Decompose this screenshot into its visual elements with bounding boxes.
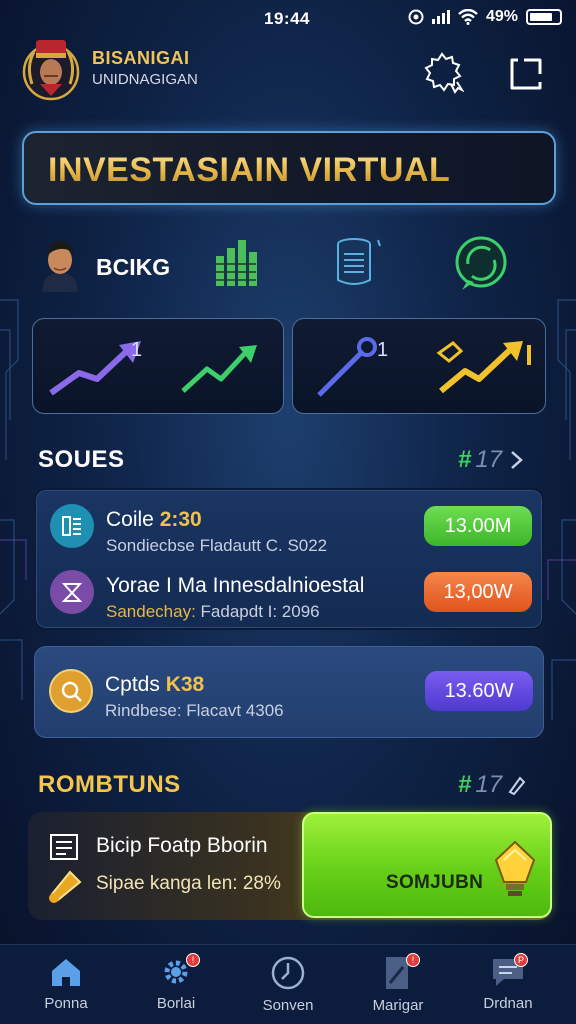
section-title-rewards: ROMBTUNS <box>38 771 181 798</box>
brand-name: BISANIGAI UNIDNAGIGAN <box>92 48 198 88</box>
search-icon <box>49 669 93 713</box>
status-time: 19:44 <box>264 9 310 28</box>
promo-subtitle: Sipae kanga len: 28% <box>96 873 281 894</box>
stats-icon[interactable] <box>214 234 258 290</box>
nav-item-settings[interactable]: ! Borlai <box>126 953 226 1012</box>
growth-chart-gold <box>436 341 531 394</box>
nav-item-compass[interactable]: Sonven <box>238 955 338 1014</box>
section-meta-scores[interactable]: # 17 <box>458 446 526 474</box>
hourglass-icon <box>50 570 94 614</box>
avatar <box>42 240 78 292</box>
hash-icon: # <box>458 446 472 473</box>
quick-access-row: BCIKG <box>0 230 576 300</box>
lightbulb-icon <box>494 840 536 896</box>
wifi-icon <box>458 9 478 25</box>
nav-item-chat[interactable]: P Drdnan <box>458 953 558 1012</box>
battery-percent: 49% <box>485 8 518 25</box>
notification-badge: ! <box>186 953 200 967</box>
item-subtitle: Rindbese: Flacavt 4306 <box>105 701 284 720</box>
item-subtitle: Fadapdt I: 2096 <box>200 602 320 621</box>
brand-title: BISANIGAI <box>92 48 190 68</box>
amount-pill[interactable]: 13.60W <box>425 671 533 711</box>
nav-item-documents[interactable]: ! Marigar <box>348 953 448 1014</box>
record-icon <box>408 9 424 25</box>
list-item[interactable]: Cptds K38 Rindbese: Flacavt 4306 13.60W <box>35 659 543 723</box>
item-title-highlight: K38 <box>165 673 205 696</box>
list-item[interactable]: Yorae I Ma Innesdalnioestal Sandechay: F… <box>36 560 542 624</box>
rewards-count: 17 <box>475 771 503 798</box>
transaction-list: Coile 2:30 Sondiecbse Fladautt C. S022 1… <box>34 488 544 630</box>
item-title: Cptds <box>105 673 160 696</box>
single-transaction-card[interactable]: Cptds K38 Rindbese: Flacavt 4306 13.60W <box>34 646 544 738</box>
trend-badge: 1 <box>131 339 143 361</box>
bottom-navigation: Ponna ! Borlai Sonven ! Marigar P Drdnan <box>0 944 576 1024</box>
section-title-scores: SOUES <box>38 446 125 473</box>
battery-icon <box>526 9 562 25</box>
item-subtitle: Sondiecbse Fladautt C. S022 <box>106 536 328 555</box>
bell-icon <box>49 870 82 903</box>
item-title: Yorae I Ma Innesdalnioestal <box>106 574 365 597</box>
settings-badge-icon[interactable] <box>420 50 464 94</box>
edit-icon <box>508 776 526 796</box>
notification-badge: ! <box>406 953 420 967</box>
trend-chart-green <box>181 345 257 393</box>
amount-pill[interactable]: 13.00M <box>424 506 532 546</box>
notification-badge: P <box>514 953 528 967</box>
trend-card-left[interactable]: 1 <box>32 318 284 414</box>
nav-item-home[interactable]: Ponna <box>16 955 116 1012</box>
pin-chart-icon <box>317 337 377 397</box>
signal-icon <box>431 10 450 24</box>
nav-label: Marigar <box>372 997 424 1014</box>
profile-shortcut[interactable] <box>38 234 82 292</box>
quick-label: BCIKG <box>96 254 171 280</box>
book-icon <box>50 504 94 548</box>
nav-label: Ponna <box>44 995 88 1012</box>
promo-cta-button[interactable]: SOMJUBN <box>302 812 552 918</box>
share-icon[interactable] <box>504 50 548 94</box>
amount-pill[interactable]: 13,00W <box>424 572 532 612</box>
section-meta-rewards[interactable]: # 17 <box>458 771 526 799</box>
status-bar: 19:44 49% <box>0 0 576 36</box>
trend-card-right[interactable]: 1 <box>292 318 546 414</box>
nav-label: Sonven <box>262 997 314 1014</box>
receipt-icon <box>50 834 78 860</box>
brand-subtitle: UNIDNAGIGAN <box>92 71 198 88</box>
refresh-chat-icon[interactable] <box>454 236 508 292</box>
list-item[interactable]: Coile 2:30 Sondiecbse Fladautt C. S022 1… <box>36 494 542 558</box>
nav-label: Drdnan <box>483 995 533 1012</box>
trend-chart-purple <box>49 341 141 396</box>
promo-cta-label: SOMJUBN <box>386 872 484 893</box>
chevron-right-icon <box>511 451 523 469</box>
pin-badge: 1 <box>377 339 389 361</box>
nav-label: Borlai <box>156 995 196 1012</box>
hash-icon: # <box>458 771 472 798</box>
database-icon[interactable] <box>334 236 382 288</box>
hero-title: INVESTASIAIN VIRTUAL <box>48 151 451 189</box>
item-title-highlight: 2:30 <box>159 508 202 531</box>
promo-title: Bicip Foatp Bborin <box>96 834 268 857</box>
home-icon <box>52 959 80 986</box>
app-header: BISANIGAI UNIDNAGIGAN <box>0 36 576 116</box>
item-subtitle-highlight: Sandechay: <box>106 602 196 621</box>
item-title: Coile <box>106 508 154 531</box>
hero-banner[interactable]: INVESTASIAIN VIRTUAL <box>22 131 556 205</box>
compass-icon <box>271 956 305 990</box>
crest-logo[interactable] <box>20 36 82 102</box>
scores-count: 17 <box>475 446 503 473</box>
status-icons: 49% <box>408 8 562 26</box>
